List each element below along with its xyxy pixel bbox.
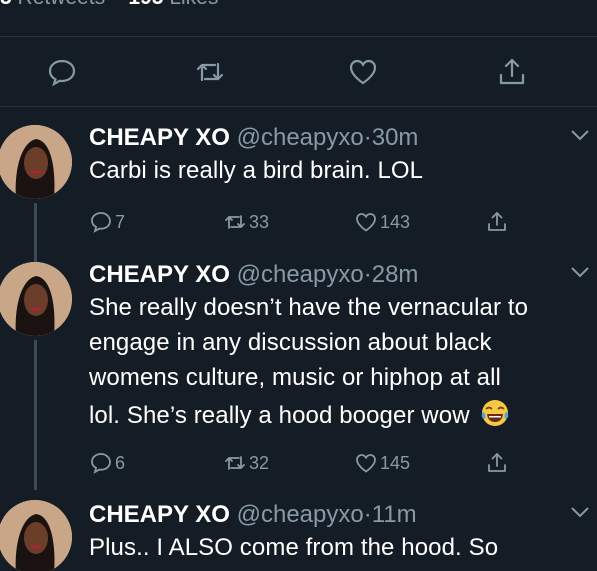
reply-icon [91,453,111,474]
tweet-text-line-last: lol. She’s really a hood booger wow [89,398,589,433]
like-count: 145 [380,452,411,473]
main-tweet-action-bar [0,36,597,106]
like-icon [356,213,376,232]
thread-line [34,203,37,263]
share-icon[interactable] [496,56,528,88]
tweet-text: Plus.. I ALSO come from the hood. So [89,530,589,566]
tweet-header: CHEAPY XO @cheapyxo·28m [89,260,418,290]
chevron-down-icon[interactable] [569,264,591,280]
likes-label[interactable]: Likes [169,0,218,9]
avatar[interactable] [0,500,72,571]
tweet-header: CHEAPY XO @cheapyxo·11m [89,500,417,530]
tweet-stats-line: 5 Retweets 195 Likes [0,0,597,16]
retweets-label[interactable]: Retweets [18,0,106,9]
retweet-count: 33 [249,211,270,232]
share-action[interactable] [485,448,511,478]
reply-count: 6 [115,452,126,473]
reply-icon[interactable] [46,56,78,88]
tweet-text-line: lol. She’s really a hood booger wow [89,402,470,429]
divider [0,106,597,107]
separator: · [363,501,372,528]
tweet-3[interactable]: CHEAPY XO @cheapyxo·11m Plus.. I ALSO co… [0,500,597,571]
retweets-count[interactable]: 5 [0,0,12,9]
tweet-text-line: womens culture, music or hiphop at all [89,364,501,391]
display-name[interactable]: CHEAPY XO [89,124,230,151]
separator: · [363,261,372,288]
handle[interactable]: @cheapyxo [237,501,364,528]
tweet-text-line: She really doesn’t have the vernacular t… [89,294,529,321]
retweet-icon[interactable] [194,56,226,88]
tweet-actions: 6 32 145 [89,448,589,478]
like-action[interactable]: 145 [354,448,410,478]
retweet-action[interactable]: 32 [223,448,269,478]
tweet-header: CHEAPY XO @cheapyxo·30m [89,123,418,153]
like-count: 143 [380,211,411,232]
reply-action[interactable]: 6 [89,448,125,478]
retweet-icon [225,456,245,470]
share-action[interactable] [485,207,511,237]
tweet-text-line: engage in any discussion about black [89,329,492,356]
chevron-down-icon[interactable] [569,127,591,143]
reply-count: 7 [115,211,126,232]
display-name[interactable]: CHEAPY XO [89,261,230,288]
timestamp[interactable]: 28m [372,261,419,288]
separator: · [363,124,372,151]
tweet-text-line: Carbi is really a bird brain. LOL [89,157,424,184]
likes-count[interactable]: 195 [128,0,163,9]
handle[interactable]: @cheapyxo [237,261,364,288]
tweet-text-line: Plus.. I ALSO come from the hood. So [89,534,499,561]
retweet-action[interactable]: 33 [223,207,269,237]
avatar[interactable] [0,125,72,199]
tweet-1[interactable]: CHEAPY XO @cheapyxo·30m Carbi is really … [0,123,597,263]
retweet-count: 32 [249,452,270,473]
tweet-text: She really doesn’t have the vernacular t… [89,290,589,433]
tweet-actions: 7 33 143 [89,207,589,237]
reply-action[interactable]: 7 [89,207,125,237]
share-icon [488,453,506,472]
laughing-tears-emoji-icon [480,398,510,428]
share-icon [488,212,506,231]
timestamp[interactable]: 30m [372,124,419,151]
chevron-down-icon[interactable] [569,504,591,520]
avatar[interactable] [0,262,72,336]
like-action[interactable]: 143 [354,207,410,237]
tweet-2[interactable]: CHEAPY XO @cheapyxo·28m She really doesn… [0,260,597,500]
tweet-text: Carbi is really a bird brain. LOL [89,153,589,189]
like-icon[interactable] [347,56,379,88]
reply-icon [91,212,111,233]
display-name[interactable]: CHEAPY XO [89,501,230,528]
timestamp[interactable]: 11m [372,501,417,528]
handle[interactable]: @cheapyxo [237,124,364,151]
retweet-icon [225,215,245,229]
like-icon [356,454,376,473]
thread-line [34,340,37,490]
